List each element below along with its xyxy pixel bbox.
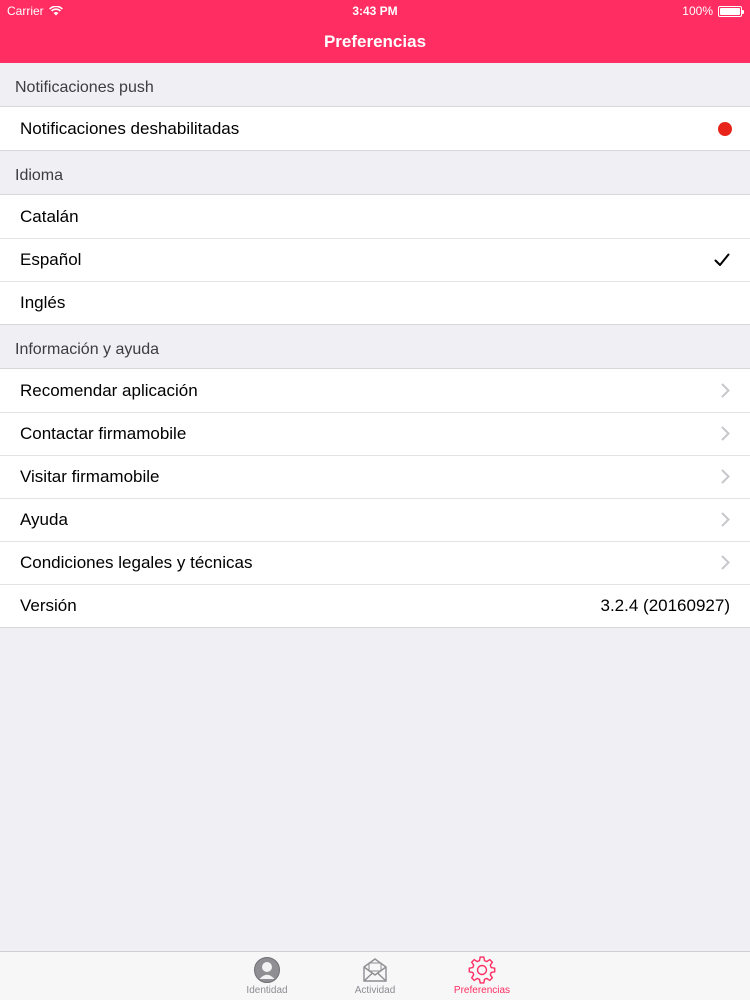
section-header-info: Información y ayuda <box>15 341 160 358</box>
battery-icon <box>718 5 744 17</box>
row-label: Condiciones legales y técnicas <box>20 552 253 572</box>
language-label: Catalán <box>20 206 79 226</box>
row-label: Contactar firmamobile <box>20 423 187 443</box>
navigation-bar: Carrier 3:43 PM 100% Preferencias <box>0 0 750 63</box>
chevron-right-icon <box>721 469 730 484</box>
version-value: 3.2.4 (20160927) <box>600 595 731 615</box>
chevron-right-icon <box>721 512 730 527</box>
visit-row[interactable]: Visitar firmamobile <box>0 455 750 498</box>
contact-row[interactable]: Contactar firmamobile <box>0 412 750 455</box>
language-option-spanish[interactable]: Español <box>0 238 750 281</box>
recommend-app-row[interactable]: Recomendar aplicación <box>0 369 750 412</box>
tab-label: Identidad <box>246 985 288 996</box>
tab-actividad[interactable]: Actividad <box>325 954 425 1000</box>
language-label: Español <box>20 249 82 269</box>
gear-icon <box>468 956 496 984</box>
row-label: Recomendar aplicación <box>20 380 198 400</box>
language-option-catalan[interactable]: Catalán <box>0 195 750 238</box>
tab-identidad[interactable]: Identidad <box>217 954 317 1000</box>
language-option-english[interactable]: Inglés <box>0 281 750 324</box>
section-header-push: Notificaciones push <box>15 79 154 96</box>
tab-label: Preferencias <box>453 985 511 996</box>
person-icon <box>254 957 280 983</box>
status-bar: Carrier 3:43 PM 100% <box>0 0 750 22</box>
envelope-icon <box>363 958 387 982</box>
battery-indicator: 100% <box>682 4 744 18</box>
legal-row[interactable]: Condiciones legales y técnicas <box>0 541 750 584</box>
push-notifications-label: Notificaciones deshabilitadas <box>20 118 240 138</box>
push-group: Notificaciones deshabilitadas <box>0 106 750 151</box>
tab-bar: Identidad Actividad Preferencias <box>0 951 750 1000</box>
language-label: Inglés <box>20 292 66 312</box>
help-row[interactable]: Ayuda <box>0 498 750 541</box>
row-label: Versión <box>20 595 77 615</box>
tab-preferencias[interactable]: Preferencias <box>432 954 532 1000</box>
section-header-language: Idioma <box>15 167 64 184</box>
battery-percent: 100% <box>682 4 713 18</box>
chevron-right-icon <box>721 383 730 398</box>
row-label: Ayuda <box>20 509 68 529</box>
tab-label: Actividad <box>354 985 396 996</box>
chevron-right-icon <box>721 555 730 570</box>
language-group: Catalán Español Inglés <box>0 194 750 325</box>
chevron-right-icon <box>721 426 730 441</box>
page-title: Preferencias <box>323 32 427 51</box>
settings-list: Notificaciones push Notificaciones desha… <box>0 63 750 628</box>
row-label: Visitar firmamobile <box>20 466 160 486</box>
version-row: Versión 3.2.4 (20160927) <box>0 584 750 627</box>
red-dot-icon <box>718 121 732 136</box>
info-group: Recomendar aplicación Contactar firmamob… <box>0 368 750 628</box>
push-notifications-row[interactable]: Notificaciones deshabilitadas <box>0 107 750 150</box>
clock: 3:43 PM <box>352 4 398 18</box>
checkmark-icon <box>714 253 730 266</box>
